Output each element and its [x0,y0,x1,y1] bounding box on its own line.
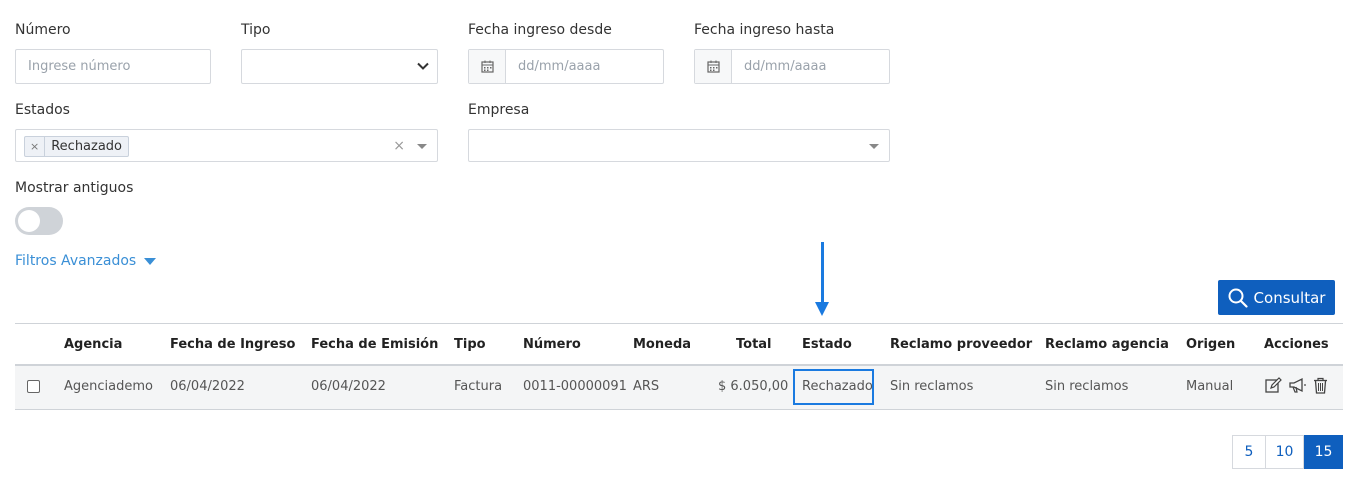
cell-tipo: Factura [454,379,503,394]
col-reclamo-proveedor[interactable]: Reclamo proveedor [890,337,1032,352]
cell-estado: Rechazado [802,379,873,394]
numero-label: Número [15,22,71,38]
empresa-label: Empresa [468,102,530,118]
search-icon [1228,288,1248,308]
pagination: 5 10 15 [1232,435,1343,469]
dropdown-arrow-icon[interactable] [417,143,427,149]
chevron-down-icon [417,59,429,74]
fecha-desde-input[interactable]: dd/mm/aaaa [468,49,664,84]
table-header: Agencia Fecha de Ingreso Fecha de Emisió… [15,323,1343,366]
caret-down-icon [144,257,157,265]
col-moneda[interactable]: Moneda [633,337,691,352]
estado-tag: × Rechazado [24,136,130,157]
col-fecha-emision[interactable]: Fecha de Emisión [311,337,438,352]
fecha-desde-label: Fecha ingreso desde [468,22,612,38]
page-size-10[interactable]: 10 [1266,435,1304,469]
calendar-icon[interactable] [695,50,732,83]
fecha-hasta-input[interactable]: dd/mm/aaaa [694,49,890,84]
col-agencia[interactable]: Agencia [64,337,122,352]
fecha-hasta-placeholder: dd/mm/aaaa [744,59,827,74]
table-row[interactable]: Agenciademo 06/04/2022 06/04/2022 Factur… [15,366,1343,410]
toggle-knob [18,210,40,232]
col-total[interactable]: Total [736,337,772,352]
cell-reclamo-proveedor: Sin reclamos [890,379,974,394]
cell-numero: 0011-00000091 [523,379,627,394]
page-size-15[interactable]: 15 [1304,435,1343,469]
megaphone-icon[interactable] [1288,377,1307,398]
empresa-select[interactable] [468,129,890,162]
cell-moneda: ARS [633,379,660,394]
dropdown-arrow-icon[interactable] [869,143,879,149]
numero-placeholder: Ingrese número [28,59,131,74]
consultar-button[interactable]: Consultar [1218,280,1335,315]
cell-agencia: Agenciademo [64,379,153,394]
col-fecha-ingreso[interactable]: Fecha de Ingreso [170,337,295,352]
clear-icon[interactable]: × [393,138,405,154]
numero-input[interactable]: Ingrese número [15,49,211,84]
consultar-label: Consultar [1253,288,1326,307]
page-size-5[interactable]: 5 [1232,435,1266,469]
cell-fecha-emision: 06/04/2022 [311,379,386,394]
col-tipo[interactable]: Tipo [454,337,486,352]
annotation-arrow [821,242,824,304]
col-origen[interactable]: Origen [1186,337,1235,352]
fecha-desde-placeholder: dd/mm/aaaa [518,59,601,74]
tipo-select[interactable] [241,49,438,84]
tipo-label: Tipo [241,22,271,38]
mostrar-antiguos-label: Mostrar antiguos [15,180,134,196]
mostrar-antiguos-toggle[interactable] [15,207,63,235]
row-checkbox[interactable] [27,380,40,393]
annotation-arrow-head [815,302,829,316]
fecha-hasta-label: Fecha ingreso hasta [694,22,835,38]
col-numero[interactable]: Número [523,337,581,352]
advanced-filters-label: Filtros Avanzados [15,253,137,269]
advanced-filters-link[interactable]: Filtros Avanzados [15,253,157,269]
cell-origen: Manual [1186,379,1234,394]
cell-reclamo-agencia: Sin reclamos [1045,379,1129,394]
cell-total: $ 6.050,00 [718,379,789,394]
calendar-icon[interactable] [469,50,506,83]
cell-fecha-ingreso: 06/04/2022 [170,379,245,394]
results-table: Agencia Fecha de Ingreso Fecha de Emisió… [15,323,1343,410]
col-acciones: Acciones [1264,337,1329,352]
col-reclamo-agencia[interactable]: Reclamo agencia [1045,337,1169,352]
trash-icon[interactable] [1313,377,1328,398]
edit-icon[interactable] [1265,377,1282,398]
estados-label: Estados [15,102,70,118]
row-actions [1265,377,1328,398]
col-estado[interactable]: Estado [802,337,852,352]
estado-tag-label: Rechazado [51,139,123,154]
estados-multiselect[interactable]: × Rechazado × [15,129,438,162]
tag-remove-icon[interactable]: × [25,137,46,156]
